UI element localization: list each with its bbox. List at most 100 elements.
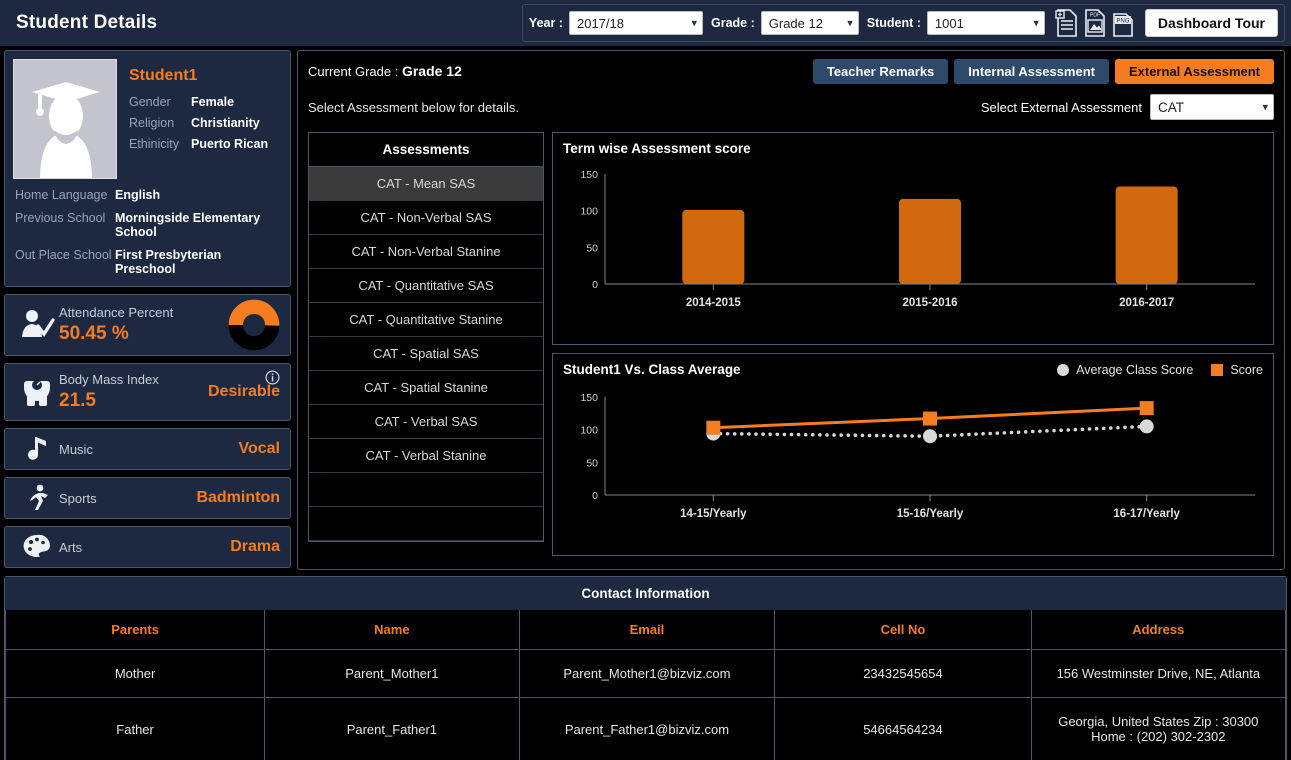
assessment-item-non-verbal-stanine[interactable]: CAT - Non-Verbal Stanine	[309, 235, 543, 269]
sports-title: Sports	[59, 490, 97, 506]
art-palette-icon	[23, 534, 51, 557]
tab-internal-assessment[interactable]: Internal Assessment	[954, 59, 1109, 84]
left-column: Student1 Gender Female Religion Christia…	[4, 50, 291, 570]
column-header-parents: Parents	[4, 610, 266, 650]
svg-text:2015-2016: 2015-2016	[903, 297, 958, 309]
grade-select[interactable]: Grade 12	[760, 11, 859, 35]
field-value: Christianity	[191, 116, 260, 130]
year-label: Year :	[528, 16, 563, 30]
card-icon-slot	[15, 375, 59, 409]
attendance-title: Attendance Percent	[59, 305, 174, 320]
line-chart-svg: 0 50 100 150 14-15/Yearly 15-16/Yearly 16-17/Y…	[580, 392, 1255, 520]
external-select-wrapper: CAT ▾	[1150, 94, 1274, 120]
assessment-item-mean-sas[interactable]: CAT - Mean SAS	[309, 167, 543, 201]
assessment-panel: Current Grade : Grade 12 Teacher Remarks…	[297, 50, 1285, 570]
line-chart-legend: Average Class Score Score	[1057, 363, 1263, 377]
music-card[interactable]: Music Vocal	[4, 428, 291, 470]
grade-filter: Grade : Grade 12 ▾	[711, 11, 859, 35]
attendance-card[interactable]: Attendance Percent 50.45 %	[4, 294, 291, 356]
dashboard-tour-button[interactable]: Dashboard Tour	[1144, 9, 1278, 37]
bar-chart-title: Term wise Assessment score	[563, 141, 751, 156]
student-select[interactable]: 1001	[926, 11, 1045, 35]
assessments-empty-row	[309, 507, 543, 541]
card-icon-slot	[15, 483, 59, 513]
profile-field-row: Ethinicity Puerto Rican	[129, 137, 282, 151]
bmi-card[interactable]: Body Mass Index 21.5 Desirable	[4, 363, 291, 421]
legend-square-marker-icon	[1211, 363, 1224, 376]
profile-top: Student1 Gender Female Religion Christia…	[13, 59, 282, 179]
info-icon[interactable]	[265, 370, 280, 385]
column-header-cell-no: Cell No	[774, 610, 1032, 650]
attendance-donut-chart	[228, 299, 280, 351]
svg-text:PNG: PNG	[1116, 19, 1129, 25]
svg-text:50: 50	[586, 242, 598, 254]
current-grade-value: Grade 12	[401, 63, 462, 79]
svg-text:0: 0	[592, 279, 598, 291]
bmi-value: 21.5	[59, 390, 96, 411]
year-filter: Year : 2017/18 ▾	[529, 11, 703, 35]
field-key: Gender	[129, 95, 171, 109]
cell-address: Georgia, United States Zip : 30300 Home …	[1030, 697, 1287, 760]
running-person-icon	[30, 484, 48, 510]
profile-extra-row: Home Language English	[13, 188, 282, 202]
sports-card[interactable]: Sports Badminton	[4, 477, 291, 519]
assessment-item-quantitative-sas[interactable]: CAT - Quantitative SAS	[309, 269, 543, 303]
cell-parents: Mother	[4, 649, 266, 698]
student-profile-panel: Student1 Gender Female Religion Christia…	[4, 50, 291, 287]
bar-chart-svg: 0 50 100 150 2014-2015 2015-2016 2016-2017	[580, 169, 1255, 309]
field-value: English	[115, 188, 161, 202]
year-select[interactable]: 2017/18	[568, 11, 703, 35]
assessment-item-spatial-stanine[interactable]: CAT - Spatial Stanine	[309, 371, 543, 405]
assessments-header: Assessments	[309, 133, 543, 167]
tab-teacher-remarks[interactable]: Teacher Remarks	[812, 59, 949, 84]
legend-score: Score	[1211, 363, 1263, 377]
png-export-icon[interactable]: PNG	[1111, 9, 1135, 37]
arts-value: Drama	[230, 538, 280, 555]
assessment-item-quantitative-stanine[interactable]: CAT - Quantitative Stanine	[309, 303, 543, 337]
cell-cell-no: 54664564234	[774, 697, 1032, 760]
attendance-body: Attendance Percent 50.45 %	[59, 305, 228, 345]
arts-title: Arts	[59, 539, 83, 555]
assessment-item-verbal-sas[interactable]: CAT - Verbal SAS	[309, 405, 543, 439]
field-key: Previous School	[15, 211, 106, 225]
bmi-body: Body Mass Index 21.5	[59, 372, 208, 412]
external-assessment-select[interactable]: CAT	[1150, 94, 1274, 120]
assessment-item-non-verbal-sas[interactable]: CAT - Non-Verbal SAS	[309, 201, 543, 235]
table-row: Mother Parent_Mother1 Parent_Mother1@biz…	[4, 649, 1287, 698]
assessment-tabs: Teacher Remarks Internal Assessment Exte…	[812, 59, 1274, 84]
current-grade-label: Current Grade :	[308, 64, 399, 79]
student-filter: Student : 1001 ▾	[867, 11, 1045, 35]
page-title: Student Details	[16, 12, 158, 33]
svg-text:100: 100	[580, 206, 598, 218]
document-add-icon[interactable]	[1055, 9, 1079, 37]
svg-text:2016-2017: 2016-2017	[1119, 297, 1174, 309]
student-vs-class-line-chart: Student1 Vs. Class Average Average Class…	[552, 353, 1274, 556]
external-assessment-label: Select External Assessment	[980, 99, 1142, 115]
assessment-item-spatial-sas[interactable]: CAT - Spatial SAS	[309, 337, 543, 371]
pdf-export-icon[interactable]: PDF	[1083, 9, 1107, 37]
charts-column: Term wise Assessment score 0 50 100 150 2014…	[552, 132, 1274, 556]
svg-text:2014-2015: 2014-2015	[686, 297, 742, 309]
cell-parents: Father	[4, 697, 266, 760]
student-select-wrapper: 1001 ▾	[926, 11, 1045, 35]
contact-title: Contact Information	[5, 577, 1286, 610]
current-grade: Current Grade : Grade 12	[308, 59, 462, 79]
bmi-title: Body Mass Index	[59, 372, 159, 387]
arts-card[interactable]: Arts Drama	[4, 526, 291, 568]
avatar	[13, 59, 117, 179]
profile-extra-row: Previous School Morningside Elementary S…	[13, 211, 282, 239]
bmi-scale-icon	[24, 380, 50, 406]
attendance-checklist-icon	[22, 310, 55, 337]
table-header-row: Parents Name Email Cell No Address	[4, 610, 1287, 650]
cell-email: Parent_Mother1@bizviz.com	[518, 649, 776, 698]
field-key: Religion	[129, 116, 175, 130]
music-note-icon	[28, 437, 46, 460]
assessments-list: Assessments CAT - Mean SAS CAT - Non-Ver…	[308, 132, 544, 542]
assessment-item-verbal-stanine[interactable]: CAT - Verbal Stanine	[309, 439, 543, 473]
main-body: Student1 Gender Female Religion Christia…	[0, 46, 1291, 570]
svg-text:14-15/Yearly: 14-15/Yearly	[680, 508, 747, 520]
cell-cell-no: 23432545654	[774, 649, 1032, 698]
tab-external-assessment[interactable]: External Assessment	[1114, 59, 1274, 84]
cell-address: 156 Westminster Drive, NE, Atlanta	[1030, 649, 1287, 698]
column-header-address: Address	[1030, 610, 1287, 650]
